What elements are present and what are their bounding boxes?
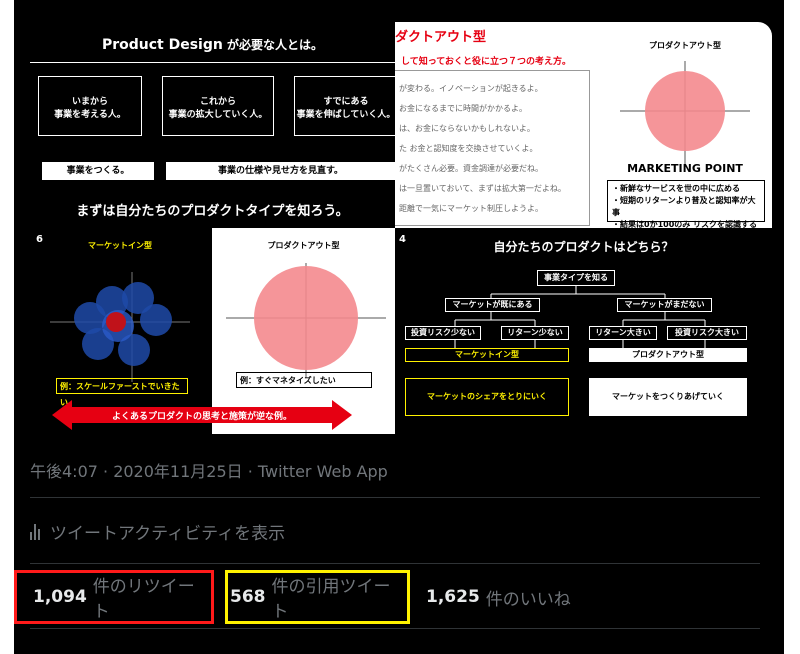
likes-count: 1,625 [426,587,480,607]
divider [30,497,760,498]
q2-list-item: た お金と認知度を交換させていくよ。 [399,144,538,153]
quote-tweets-count: 568 [230,587,266,607]
q4-action-right: マーケットをつくりあげていく [589,378,747,416]
q1-bar-2: 事業の仕様や見せ方を見直す。 [166,162,395,180]
q4-leaf-3: リターン大きい [589,326,657,340]
q2-point: ・短期のリターンより普及と認知率が大事 [612,196,756,217]
q2-list-item: 距離で一気にマーケット制圧しようよ。 [399,204,543,213]
q2-marketing-title: MARKETING POINT [627,162,743,175]
q1-box-3: すでにある 事業を伸ばしていく人。 [294,76,398,136]
q4-leaf-2: リターン少ない [501,326,569,340]
media-image-3[interactable]: 6 マーケットイン型 例：スケールファーストでいきたい プロダクトアウト型 例：… [30,228,395,434]
media-image-2[interactable]: ダクトアウト型 して知っておくと役に立つ７つの考え方。 が変わる。イノベーション… [395,22,772,229]
q1-title-jp: が必要な人とは。 [222,38,324,52]
q4-type-left: マーケットイン型 [405,348,569,362]
quote-tweets-stat[interactable]: 568 件の引用ツイート [225,570,410,624]
q2-diagram-title: プロダクトアウト型 [649,41,721,50]
q2-list-item: がたくさん必要。資金調達が必要だね。 [399,164,543,173]
q2-list-item: が変わる。イノベーションが起きるよ。 [399,84,543,93]
media-image-4[interactable]: 4 自分たちのプロダクトはどちら？ 事業タイプを知る マーケットが既にある マー… [395,228,772,434]
q1-box-2: これから 事業の拡大していく人。 [162,76,274,136]
q4-action-left: マーケットのシェアをとりにいく [405,378,569,416]
q1-divider [30,62,395,63]
q4-type-right: プロダクトアウト型 [589,348,747,362]
tweet-timestamp-meta[interactable]: 午後4:07 · 2020年11月25日 · Twitter Web App [30,458,388,482]
retweets-stat[interactable]: 1,094 件のリツイート [14,570,214,624]
q3-right-caption: 例：すぐマネタイズしたい [236,372,372,388]
q4-root-node: 事業タイプを知る [537,270,615,286]
q4-leaf-1: 投資リスク少ない [405,326,481,340]
tweet-detail-panel: Product Design が必要な人とは。 いまから 事業を考える人。 これ… [14,0,784,654]
q2-quadrant-diagram [620,61,750,166]
q2-list: が変わる。イノベーションが起きるよ。 お金になるまでに時間がかかるよ。 は、お金… [399,79,566,219]
retweets-count: 1,094 [33,587,87,607]
q2-list-item: お金になるまでに時間がかかるよ。 [399,104,527,113]
media-image-1[interactable]: Product Design が必要な人とは。 いまから 事業を考える人。 これ… [30,22,398,228]
q2-list-box: が変わる。イノベーションが起きるよ。 お金になるまでに時間がかかるよ。 は、お金… [395,70,590,226]
retweets-label: 件のリツイート [92,577,195,622]
q1-bar-1: 事業をつくる。 [42,162,154,180]
q4-branch-right: マーケットがまだない [617,298,712,312]
q3-product-out-diagram [226,263,386,378]
bar-chart-icon [30,523,40,540]
activity-label: ツイートアクティビティを表示 [50,524,286,544]
q1-box-1: いまから 事業を考える人。 [38,76,142,136]
q3-left-caption: 例：スケールファーストでいきたい [56,378,188,407]
q2-subheading: して知っておくと役に立つ７つの考え方。 [401,57,572,67]
q1-title-en: Product Design [101,37,223,53]
q2-heading: ダクトアウト型 [395,30,487,45]
tweet-activity-link[interactable]: ツイートアクティビティを表示 [30,519,285,544]
q1-footer: まずは自分たちのプロダクトタイプを知ろう。 [76,204,349,219]
q2-point: ・新鮮なサービスを世の中に広める [612,184,740,193]
q2-list-item: は、お金にならないかもしれないよ。 [399,124,535,133]
divider [30,628,760,629]
likes-label: 件のいいね [485,589,571,610]
q3-left-title: マーケットイン型 [88,241,152,250]
q2-list-item: は一旦置いておいて、まずは拡大第一だよね。 [399,184,566,193]
q4-leaf-4: 投資リスク大きい [667,326,747,340]
q3-right-title: プロダクトアウト型 [267,241,340,250]
q4-branch-left: マーケットが既にある [445,298,540,312]
q3-market-in-diagram [50,272,190,382]
tweet-media-grid[interactable]: Product Design が必要な人とは。 いまから 事業を考える人。 これ… [30,22,772,434]
divider [30,563,760,564]
likes-stat[interactable]: 1,625 件のいいね [426,570,606,624]
q1-title: Product Design が必要な人とは。 [30,36,395,53]
q2-marketing-points: ・新鮮なサービスを世の中に広める ・短期のリターンより普及と認知率が大事 ・結果… [607,180,765,229]
quote-tweets-label: 件の引用ツイート [271,577,391,622]
q3-arrow-text: よくあるプロダクトの思考と施策が逆な例。 [111,412,292,422]
